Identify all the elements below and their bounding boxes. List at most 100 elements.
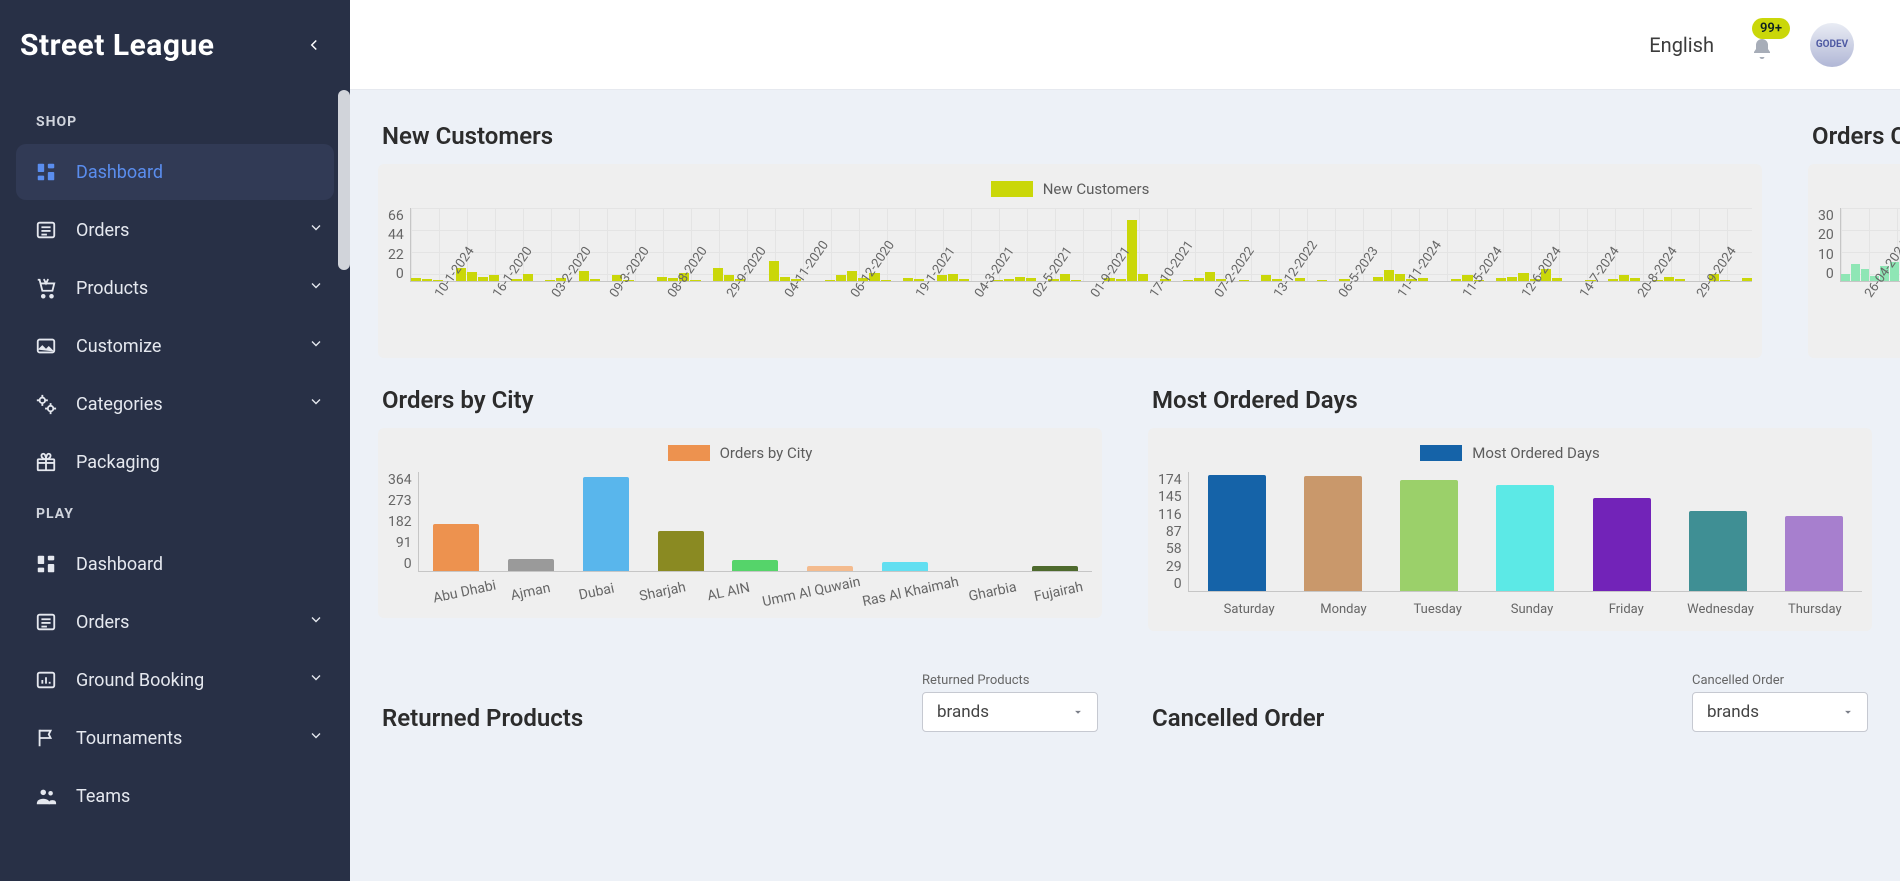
bar xyxy=(1496,485,1554,591)
sidebar-item-orders[interactable]: Orders xyxy=(16,594,334,650)
flag-icon xyxy=(34,726,58,750)
sidebar-item-tournaments[interactable]: Tournaments xyxy=(16,710,334,766)
avatar-label: GODEV xyxy=(1816,39,1848,50)
sidebar-item-customize[interactable]: Customize xyxy=(16,318,334,374)
y-tick: 29 xyxy=(1166,559,1182,575)
sidebar-item-teams[interactable]: Teams xyxy=(16,768,334,824)
sidebar-scroll[interactable]: SHOPDashboardOrdersProductsCustomizeCate… xyxy=(0,90,350,881)
chevron-down-icon xyxy=(308,612,324,633)
avatar[interactable]: GODEV xyxy=(1810,23,1854,67)
caret-down-icon xyxy=(1071,705,1085,719)
y-tick: 20 xyxy=(1818,227,1834,243)
sidebar-item-label: Dashboard xyxy=(76,162,163,183)
y-tick: 91 xyxy=(396,535,412,551)
legend-label: Orders by City xyxy=(720,444,813,462)
x-tick: Sunday xyxy=(1485,602,1579,617)
x-tick: Wednesday xyxy=(1673,602,1767,617)
bar xyxy=(1032,566,1078,571)
y-tick: 182 xyxy=(388,514,412,530)
sidebar-item-label: Categories xyxy=(76,394,163,415)
chart-icon xyxy=(34,668,58,692)
chevron-down-icon xyxy=(308,670,324,691)
cancelled-order-filter-label: Cancelled Order xyxy=(1692,673,1868,688)
gift-icon xyxy=(34,450,58,474)
most-ordered-days-card: Most Ordered Days 1741451168758290 Satur… xyxy=(1148,428,1872,631)
bar xyxy=(807,566,853,571)
y-tick: 273 xyxy=(388,493,412,509)
dashboard-icon xyxy=(34,160,58,184)
sidebar-item-packaging[interactable]: Packaging xyxy=(16,434,334,490)
notifications-button[interactable]: 99+ xyxy=(1748,28,1776,62)
sidebar: Street League SHOPDashboardOrdersProduct… xyxy=(0,0,350,881)
y-tick: 10 xyxy=(1818,247,1834,263)
returned-products-select[interactable]: brands xyxy=(922,692,1098,732)
people-icon xyxy=(34,784,58,808)
bar xyxy=(1208,475,1266,591)
y-tick: 174 xyxy=(1158,472,1182,488)
legend-swatch xyxy=(668,445,710,461)
sidebar-item-label: Dashboard xyxy=(76,554,163,575)
sidebar-item-label: Orders xyxy=(76,612,129,633)
bar xyxy=(1689,511,1747,591)
bar xyxy=(732,560,778,571)
language-selector[interactable]: English xyxy=(1649,33,1714,57)
sidebar-item-ground-booking[interactable]: Ground Booking xyxy=(16,652,334,708)
sidebar-item-orders[interactable]: Orders xyxy=(16,202,334,258)
x-tick: Tuesday xyxy=(1391,602,1485,617)
y-tick: 87 xyxy=(1166,524,1182,540)
bar xyxy=(1304,476,1362,591)
content-scroll[interactable]: New Customers New Customers 6644220 10-1… xyxy=(350,90,1900,881)
cancelled-order-title: Cancelled Order xyxy=(1152,704,1324,732)
sidebar-section-label: PLAY xyxy=(16,492,334,536)
sidebar-item-label: Customize xyxy=(76,336,161,357)
y-axis: 1741451168758290 xyxy=(1158,472,1188,592)
y-tick: 66 xyxy=(388,208,404,224)
scrollbar-thumb[interactable] xyxy=(338,90,350,270)
returned-products-title: Returned Products xyxy=(382,704,583,732)
x-axis: 10-1-202416-1-202003-2-202009-3-202008-8… xyxy=(388,282,1752,344)
y-tick: 44 xyxy=(388,227,404,243)
x-tick: Ras Al Khaimah xyxy=(861,574,961,614)
orders-chart-card: Number of Orders 3020100 26-04-202405-05… xyxy=(1808,164,1900,358)
image-icon xyxy=(34,334,58,358)
cancelled-order-select[interactable]: brands xyxy=(1692,692,1868,732)
sidebar-item-categories[interactable]: Categories xyxy=(16,376,334,432)
most-ordered-days-plot xyxy=(1188,472,1862,592)
sidebar-item-dashboard[interactable]: Dashboard xyxy=(16,536,334,592)
returned-products-filter-label: Returned Products xyxy=(922,673,1098,688)
sidebar-item-dashboard[interactable]: Dashboard xyxy=(16,144,334,200)
list-icon xyxy=(34,218,58,242)
y-tick: 0 xyxy=(1826,266,1834,282)
chevron-down-icon xyxy=(308,278,324,299)
y-tick: 364 xyxy=(388,472,412,488)
cart-icon xyxy=(34,276,58,300)
y-axis: 3020100 xyxy=(1818,208,1840,282)
legend-swatch xyxy=(991,181,1033,197)
collapse-sidebar-button[interactable] xyxy=(302,33,326,57)
bar xyxy=(882,562,928,571)
y-axis: 364 273 182 91 0 xyxy=(388,472,418,572)
brand-name: Street League xyxy=(20,28,214,63)
x-tick: Abu Dhabi xyxy=(431,577,500,610)
x-tick: Gharbia xyxy=(959,577,1028,610)
y-tick: 0 xyxy=(404,556,412,572)
bell-icon xyxy=(1750,36,1774,62)
list-icon xyxy=(34,610,58,634)
x-axis: 26-04-202405-05-202414-05-202423-05-2024… xyxy=(1818,282,1900,344)
caret-down-icon xyxy=(1841,705,1855,719)
select-value: brands xyxy=(937,702,989,722)
bar xyxy=(1593,498,1651,591)
y-tick: 116 xyxy=(1158,507,1182,523)
x-tick: Ajman xyxy=(497,577,566,610)
legend-swatch xyxy=(1420,445,1462,461)
x-tick: Thursday xyxy=(1768,602,1862,617)
sidebar-item-products[interactable]: Products xyxy=(16,260,334,316)
chevron-down-icon xyxy=(308,336,324,357)
settings-icon xyxy=(34,392,58,416)
legend-label: Most Ordered Days xyxy=(1472,444,1600,462)
orders-chart-title: Orders Chart xyxy=(1808,114,1900,164)
sidebar-item-label: Orders xyxy=(76,220,129,241)
bar xyxy=(508,559,554,571)
new-customers-card: New Customers 6644220 10-1-202416-1-2020… xyxy=(378,164,1762,358)
bar xyxy=(1785,516,1843,591)
